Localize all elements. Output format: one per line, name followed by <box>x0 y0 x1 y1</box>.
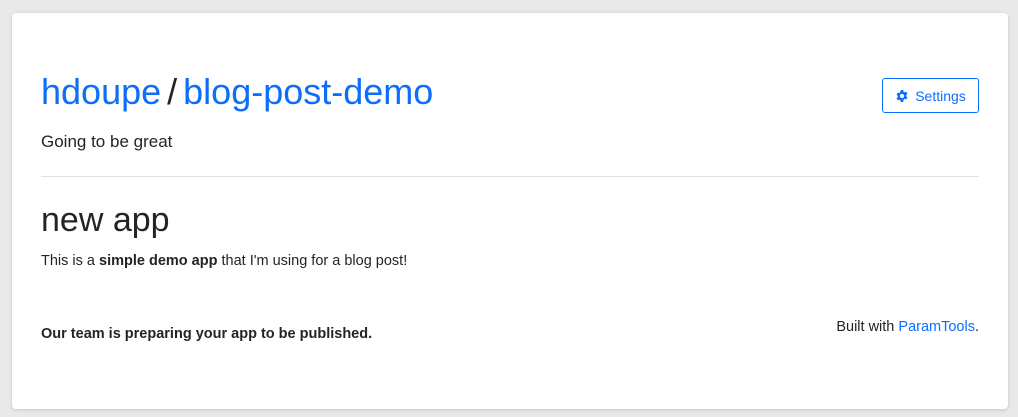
project-breadcrumb: hdoupe / blog-post-demo <box>41 70 433 114</box>
project-tagline: Going to be great <box>41 132 173 151</box>
settings-button[interactable]: Settings <box>882 78 979 113</box>
app-description: This is a simple demo app that I'm using… <box>41 251 407 271</box>
app-description-prefix: This is a <box>41 253 100 269</box>
app-description-emphasis: simple demo app <box>99 253 218 269</box>
owner-link[interactable]: hdoupe <box>41 70 161 114</box>
main-card: hdoupe / blog-post-demo Settings Going t… <box>12 13 1008 409</box>
app-description-suffix: that I'm using for a blog post! <box>217 253 408 269</box>
built-with-suffix: . <box>974 319 979 335</box>
section-divider <box>41 176 979 177</box>
app-title: new app <box>41 201 170 239</box>
project-link[interactable]: blog-post-demo <box>183 70 433 114</box>
settings-button-label: Settings <box>915 87 966 104</box>
built-with-credit: Built with ParamTools. <box>836 317 979 337</box>
gear-icon <box>895 89 909 103</box>
built-with-prefix: Built with <box>836 319 899 335</box>
paramtools-link[interactable]: ParamTools <box>898 319 975 335</box>
breadcrumb-separator: / <box>167 71 178 112</box>
publish-status-message: Our team is preparing your app to be pub… <box>41 326 373 342</box>
